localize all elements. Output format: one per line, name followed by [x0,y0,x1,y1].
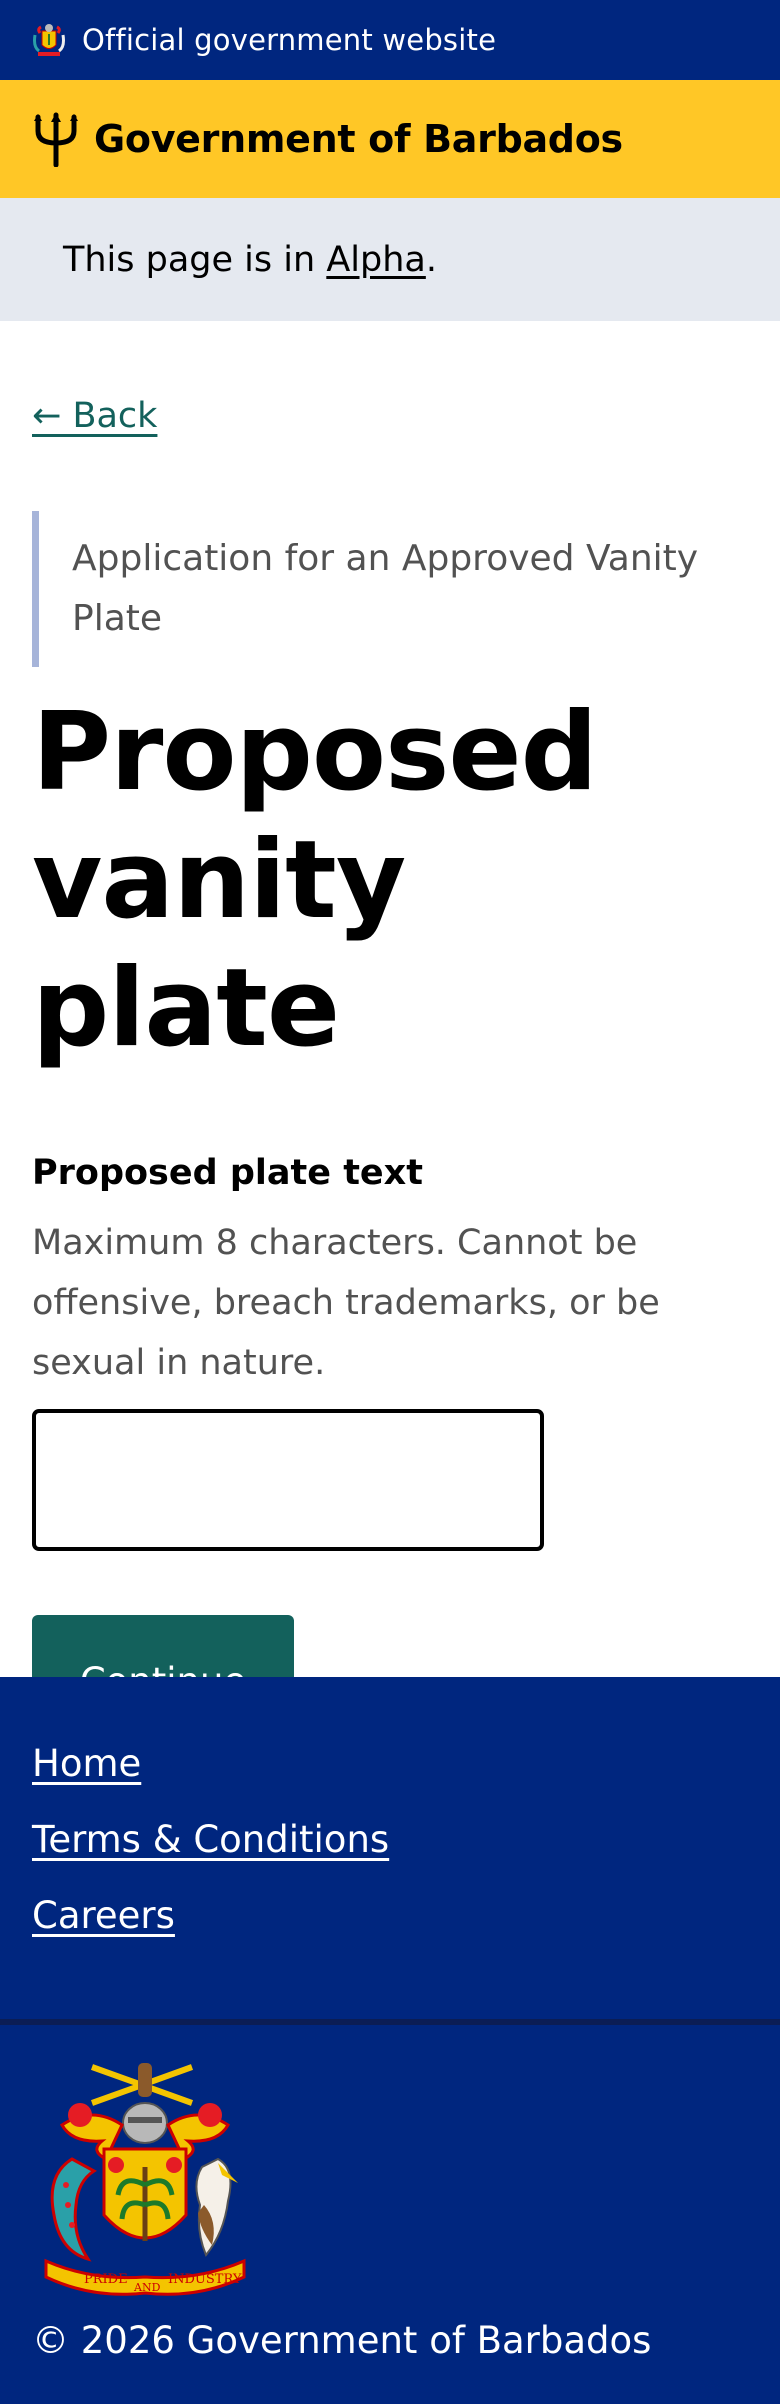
brand-name[interactable]: Government of Barbados [94,117,623,161]
plate-text-hint: Maximum 8 characters. Cannot be offensiv… [32,1223,660,1383]
coat-of-arms-icon [33,24,65,56]
brand-bar: Government of Barbados [0,80,780,198]
trident-icon [34,112,78,167]
phase-suffix: . [425,239,437,280]
motto-word-industry: INDUSTRY [168,2272,242,2287]
footer-link-careers[interactable]: Careers [32,1893,748,1939]
motto-word-and: AND [133,2281,161,2294]
footer-link-terms[interactable]: Terms & Conditions [32,1817,748,1863]
copyright-text: © 2026 Government of Barbados [32,2319,652,2362]
phase-banner: This page is in Alpha. [0,198,780,321]
main-content: ← Back Application for an Approved Vanit… [0,321,780,1747]
footer-link-home[interactable]: Home [32,1741,748,1787]
footer-nav: Home Terms & Conditions Careers [0,1677,780,2019]
form-caption: Application for an Approved Vanity Plate [32,511,712,667]
page-title: Proposed vanity plate [32,690,598,1071]
plate-text-label: Proposed plate text [32,1153,423,1193]
footer-divider [0,2019,780,2025]
coat-of-arms-icon: PRIDE AND INDUSTRY [44,2063,246,2296]
back-link[interactable]: ← Back [32,395,157,437]
motto-word-pride: PRIDE [84,2272,128,2287]
official-banner: Official government website [0,0,780,80]
site-header: Official government website Government o… [0,0,780,321]
phase-prefix: This page is in [63,239,327,280]
site-footer: Home Terms & Conditions Careers PRIDE AN… [0,1677,780,2404]
official-website-text: Official government website [82,23,497,57]
plate-text-input[interactable] [32,1409,544,1551]
phase-link[interactable]: Alpha [326,240,426,280]
